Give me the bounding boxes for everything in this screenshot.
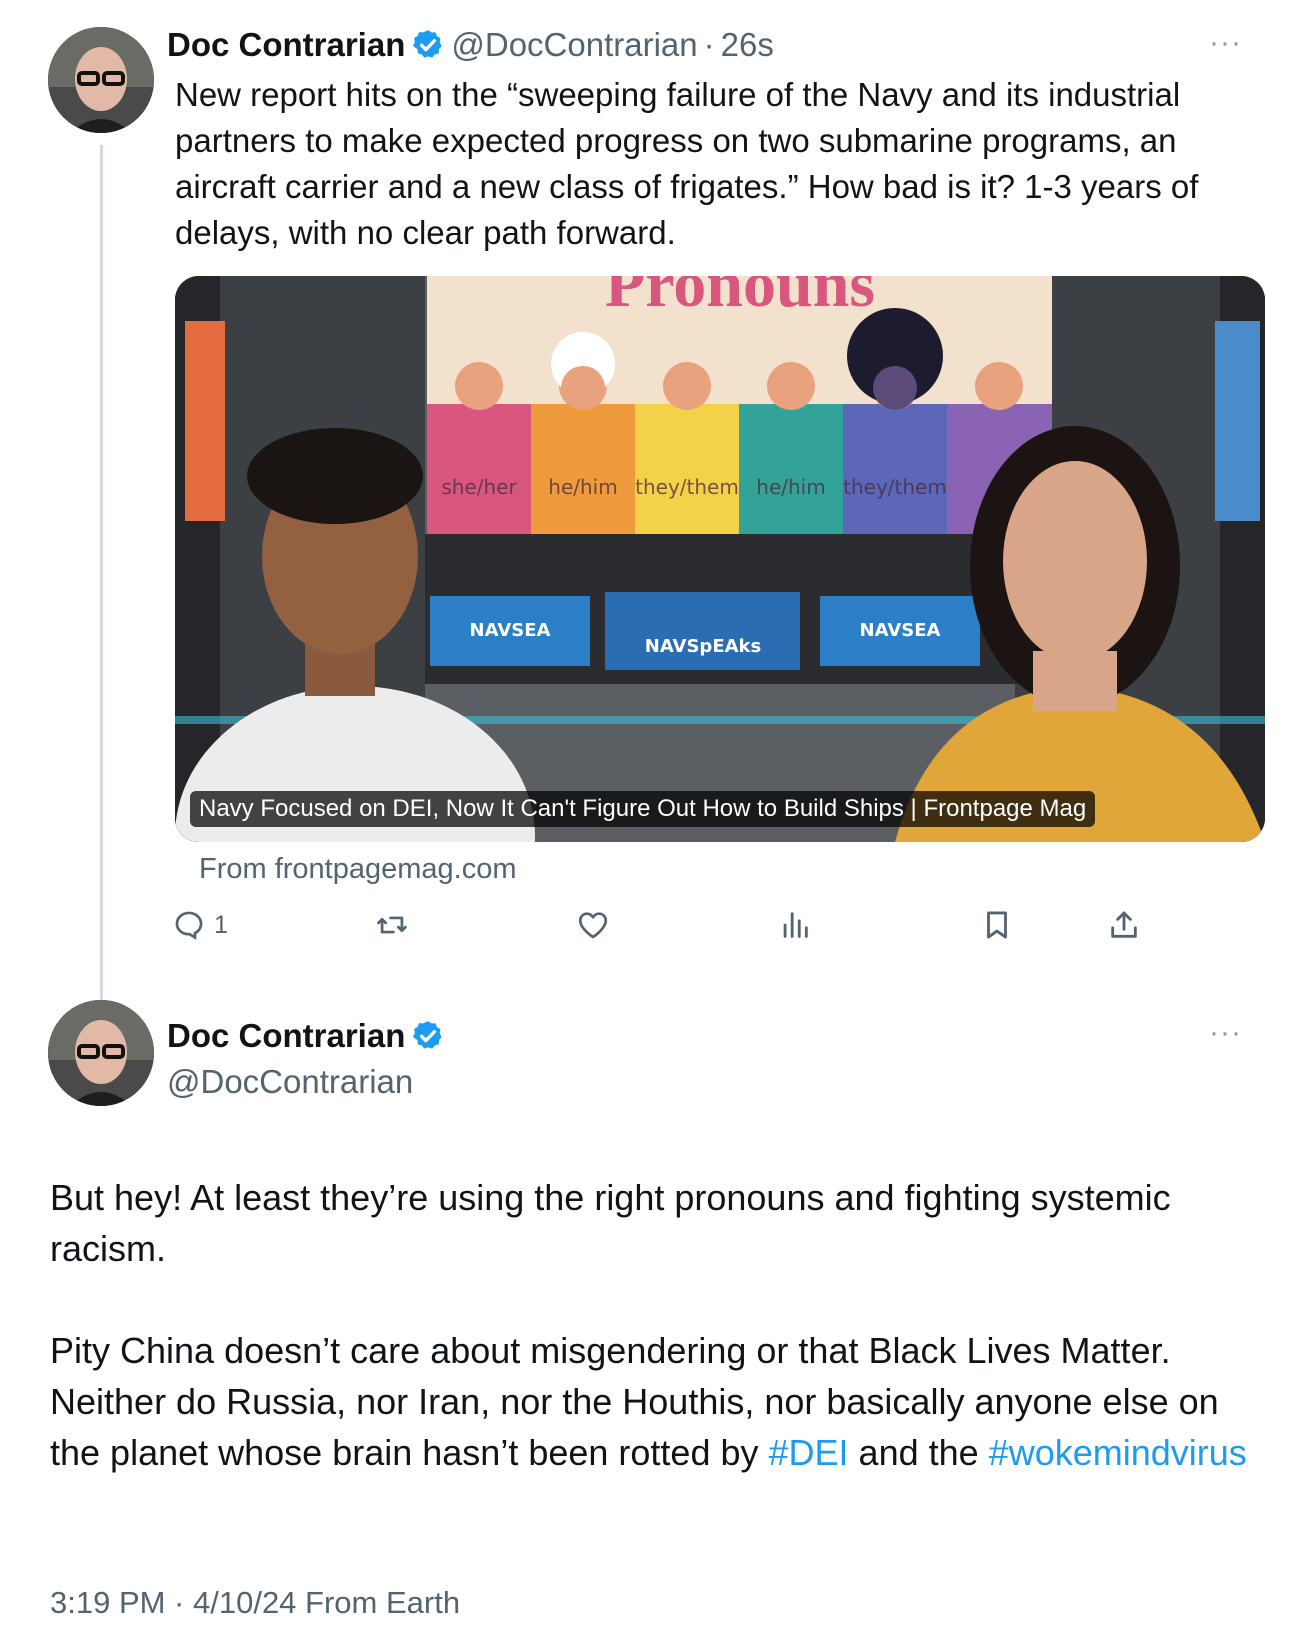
separator-dot: · [703, 26, 715, 63]
author-handle[interactable]: @DocContrarian [451, 26, 697, 64]
pronoun-panel: they/them [843, 475, 947, 499]
tweet-text-segment: and the [848, 1432, 989, 1473]
bookmark-icon [987, 911, 1007, 939]
more-icon[interactable]: ··· [1209, 1016, 1242, 1050]
link-card[interactable]: Pronouns she/her he/him they/them he/him… [175, 276, 1265, 842]
pronoun-panel: he/him [548, 475, 617, 499]
screen-label: NAVSEA [860, 620, 941, 641]
pronoun-panel: she/her [441, 475, 517, 499]
pronoun-panel: he/him [756, 475, 825, 499]
verified-badge-icon [413, 30, 442, 58]
tweet-paragraph: Pity China doesn’t care about misgenderi… [50, 1325, 1270, 1478]
hashtag-wokemindvirus[interactable]: #wokemindvirus [989, 1432, 1247, 1473]
tweet-text: New report hits on the “sweeping failure… [175, 76, 1199, 251]
views-icon [783, 912, 808, 938]
author-name[interactable]: Doc Contrarian [167, 26, 405, 64]
avatar[interactable] [48, 27, 154, 133]
time-ago[interactable]: 26s [721, 26, 774, 64]
screen-label: NAVSpEAks [645, 636, 761, 657]
card-headline[interactable]: Navy Focused on DEI, Now It Can't Figure… [190, 791, 1096, 827]
retweet-icon [377, 916, 407, 934]
tweet-paragraph: But hey! At least they’re using the righ… [50, 1177, 1171, 1269]
more-icon[interactable]: ··· [1209, 26, 1242, 60]
retweet-button[interactable] [374, 908, 410, 947]
card-source[interactable]: From frontpagemag.com [199, 853, 517, 886]
screen-label: NAVSEA [470, 620, 551, 641]
author-handle[interactable]: @DocContrarian [167, 1063, 413, 1101]
tweet-timestamp[interactable]: 3:19 PM · 4/10/24 From Earth [50, 1585, 460, 1621]
banner-word: Pronouns [605, 276, 875, 321]
like-button[interactable] [576, 908, 610, 947]
tweet-text: But hey! At least they’re using the righ… [50, 1172, 1270, 1478]
like-icon [578, 912, 608, 939]
card-image: Pronouns she/her he/him they/them he/him… [175, 276, 1265, 842]
tweet-header: Doc Contrarian [167, 1015, 445, 1057]
reply-icon [175, 911, 203, 940]
verified-badge-icon [413, 1021, 442, 1049]
thread-line [100, 145, 103, 1000]
share-icon [1111, 911, 1137, 938]
views-button[interactable] [778, 908, 812, 947]
hashtag-dei[interactable]: #DEI [769, 1432, 849, 1473]
bookmark-button[interactable] [980, 908, 1014, 947]
avatar[interactable] [48, 1000, 154, 1106]
reply-button[interactable]: 1 [172, 908, 228, 942]
share-button[interactable] [1107, 908, 1141, 947]
tweet-header: Doc Contrarian @DocContrarian · 26s [167, 24, 774, 66]
pronoun-panel: they/them [635, 475, 739, 499]
author-name[interactable]: Doc Contrarian [167, 1017, 405, 1055]
reply-count: 1 [214, 910, 228, 939]
